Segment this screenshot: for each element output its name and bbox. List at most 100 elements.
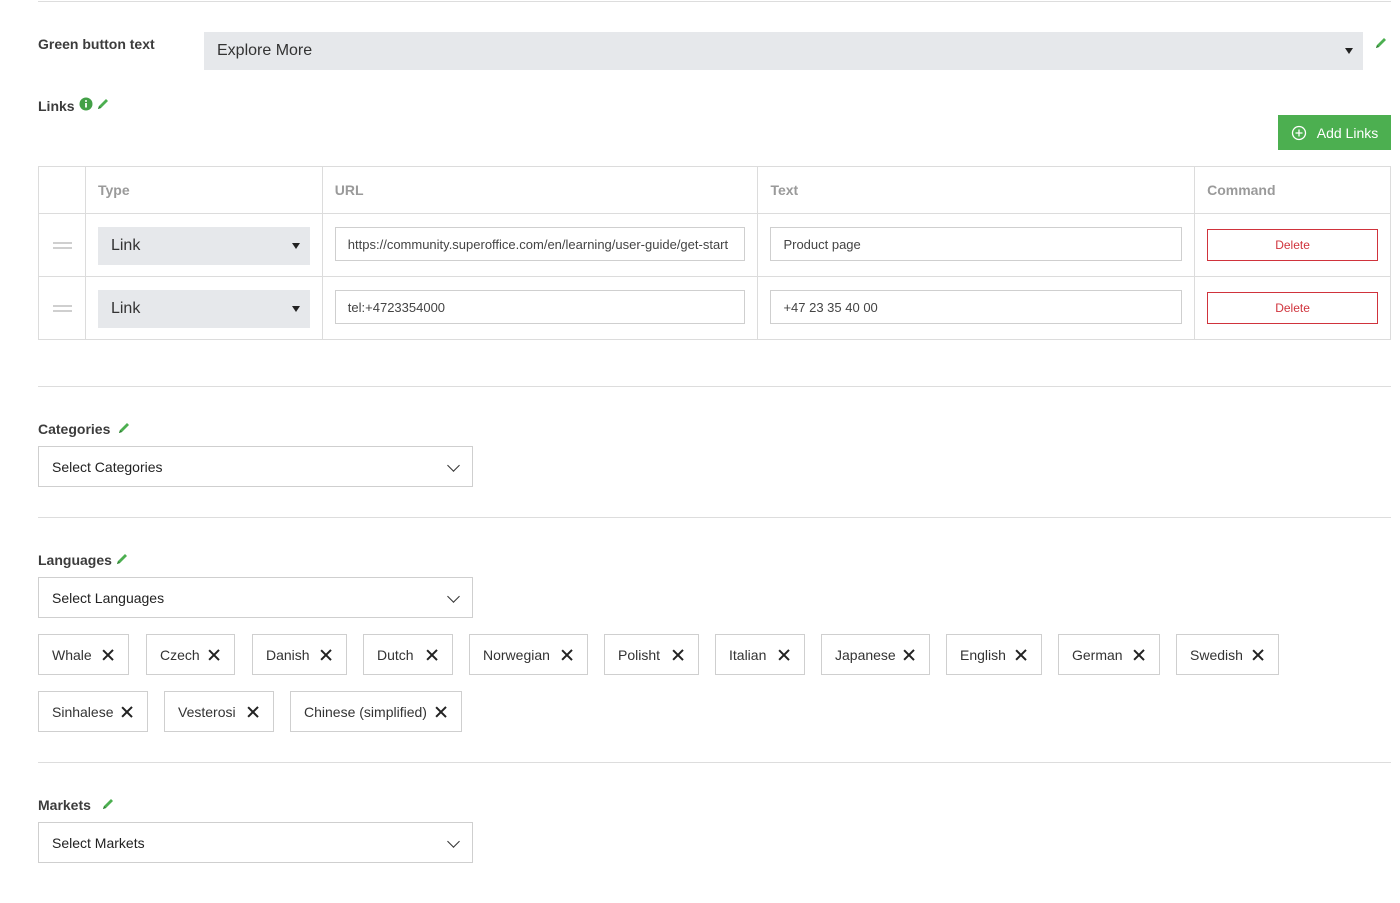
url-value: tel:+4723354000 [347, 299, 446, 315]
delete-button[interactable]: Delete [1207, 229, 1378, 261]
categories-placeholder: Select Categories [52, 458, 163, 475]
tag-label: Chinese (simplified) [304, 703, 427, 720]
top-divider [38, 1, 1391, 2]
pencil-icon[interactable] [101, 797, 115, 811]
link-type-select[interactable]: Link [97, 227, 310, 265]
close-icon[interactable] [1015, 649, 1027, 661]
section-divider [38, 762, 1391, 763]
languages-select[interactable]: Select Languages [38, 577, 473, 618]
text-input[interactable]: Product page [770, 227, 1183, 261]
url-input[interactable]: https://community.superoffice.com/en/lea… [334, 227, 746, 261]
close-icon[interactable] [561, 649, 573, 661]
tag-label: Whale [52, 646, 92, 663]
url-input[interactable]: tel:+4723354000 [334, 290, 746, 324]
pencil-icon[interactable] [96, 97, 110, 111]
tag-label: Norwegian [483, 646, 550, 663]
chevron-down-icon [447, 590, 460, 603]
tag-label: Italian [729, 646, 767, 663]
chevron-down-icon [447, 835, 460, 848]
categories-label: Categories [38, 421, 111, 437]
text-input[interactable]: +47 23 35 40 00 [770, 290, 1183, 324]
close-icon[interactable] [208, 649, 220, 661]
language-tag-italian: Italian [715, 634, 805, 675]
info-icon[interactable] [79, 97, 93, 111]
table-row: Link https://community.superoffice.com/e… [38, 213, 1391, 277]
tag-label: German [1072, 646, 1123, 663]
url-value: https://community.superoffice.com/en/lea… [347, 236, 729, 252]
add-links-button[interactable]: Add Links [1278, 115, 1391, 150]
language-tag-whale: Whale [38, 634, 129, 675]
languages-label: Languages [38, 552, 112, 568]
tag-label: Sinhalese [52, 703, 114, 720]
pencil-icon[interactable] [1374, 36, 1388, 50]
delete-button[interactable]: Delete [1207, 292, 1378, 324]
green-button-text-select[interactable]: Explore More [204, 32, 1363, 70]
plus-circle-icon [1291, 125, 1306, 140]
link-type-value: Link [110, 300, 141, 317]
table-header-row: Type URL Text Command [38, 166, 1391, 214]
language-tag-swedish: Swedish [1176, 634, 1279, 675]
language-tag-japanese: Japanese [821, 634, 930, 675]
language-tag-norwegian: Norwegian [469, 634, 588, 675]
links-label: Links [38, 98, 75, 114]
drag-handle-icon[interactable] [53, 242, 72, 249]
green-button-text-label: Green button text [38, 36, 155, 52]
column-header-drag [38, 166, 86, 214]
tag-label: Danish [266, 646, 310, 663]
close-icon[interactable] [1133, 649, 1145, 661]
close-icon[interactable] [903, 649, 915, 661]
close-icon[interactable] [320, 649, 332, 661]
tag-label: Japanese [835, 646, 896, 663]
close-icon[interactable] [435, 706, 447, 718]
tag-label: Swedish [1190, 646, 1243, 663]
close-icon[interactable] [1252, 649, 1264, 661]
link-type-select[interactable]: Link [97, 290, 310, 328]
languages-placeholder: Select Languages [52, 589, 165, 606]
green-button-text-value: Explore More [217, 42, 313, 59]
caret-down-icon [291, 243, 300, 249]
language-tag-english: English [946, 634, 1042, 675]
text-value: Product page [783, 236, 861, 252]
close-icon[interactable] [672, 649, 684, 661]
language-tag-sinhalese: Sinhalese [38, 691, 148, 732]
markets-label: Markets [38, 797, 91, 813]
column-header-text: Text [757, 166, 1196, 214]
delete-label: Delete [1275, 301, 1310, 315]
table-row: Link tel:+4723354000 +47 23 35 40 00 Del… [38, 276, 1391, 340]
tag-label: Polisht [618, 646, 661, 663]
language-tag-dutch: Dutch [363, 634, 453, 675]
categories-select[interactable]: Select Categories [38, 446, 473, 487]
close-icon[interactable] [778, 649, 790, 661]
pencil-icon[interactable] [115, 552, 129, 566]
add-links-label: Add Links [1316, 124, 1379, 141]
column-header-type: Type [84, 166, 323, 214]
tag-label: Dutch [377, 646, 414, 663]
tag-label: Vesterosi [178, 703, 236, 720]
close-icon[interactable] [247, 706, 259, 718]
tag-label: Czech [160, 646, 200, 663]
close-icon[interactable] [426, 649, 438, 661]
language-tag-danish: Danish [252, 634, 347, 675]
language-tag-czech: Czech [146, 634, 235, 675]
column-header-command: Command [1194, 166, 1391, 214]
language-tag-polisht: Polisht [604, 634, 699, 675]
link-type-value: Link [110, 237, 141, 254]
close-icon[interactable] [121, 706, 133, 718]
delete-label: Delete [1275, 238, 1310, 252]
section-divider [38, 517, 1391, 518]
markets-select[interactable]: Select Markets [38, 822, 473, 863]
tag-label: English [960, 646, 1006, 663]
links-table: Type URL Text Command Link https://commu… [38, 166, 1391, 340]
column-header-url: URL [321, 166, 759, 214]
text-value: +47 23 35 40 00 [783, 299, 878, 315]
close-icon[interactable] [102, 649, 114, 661]
caret-down-icon [1345, 48, 1353, 54]
pencil-icon[interactable] [117, 421, 131, 435]
drag-handle-icon[interactable] [53, 305, 72, 312]
language-tag-german: German [1058, 634, 1160, 675]
caret-down-icon [291, 306, 300, 312]
markets-placeholder: Select Markets [52, 834, 145, 851]
language-tag-vesterosi: Vesterosi [164, 691, 274, 732]
language-tag-chinese-simplified: Chinese (simplified) [290, 691, 462, 732]
section-divider [38, 386, 1391, 387]
